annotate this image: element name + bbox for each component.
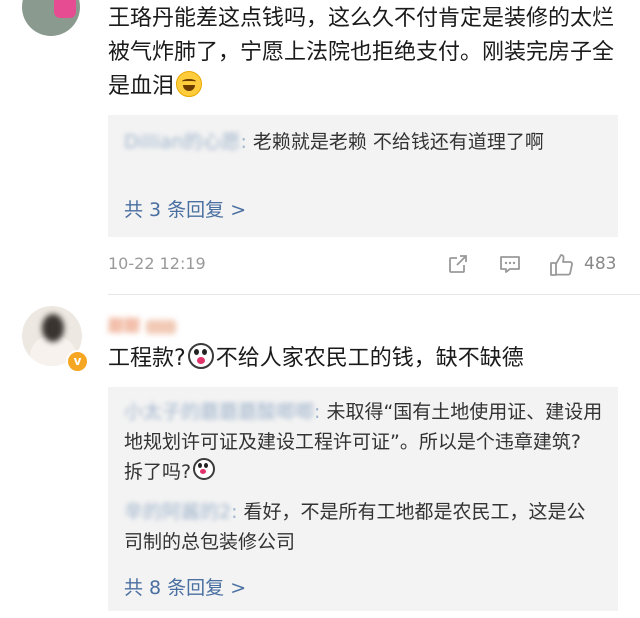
reply-username[interactable]: 辛的阿酱的2 [124, 501, 231, 523]
shocked-face-icon [193, 458, 216, 480]
like-count: 483 [584, 254, 617, 274]
share-icon[interactable] [446, 252, 470, 276]
comment-icon[interactable] [498, 252, 522, 276]
verified-badge-icon: v [66, 350, 89, 373]
comment-text-end: 不给人家农民工的钱，缺不缺德 [215, 346, 524, 371]
reply-username[interactable]: 小太子的蘑蘑蘑酸唧唧 [124, 401, 314, 423]
reply-item[interactable]: 小太子的蘑蘑蘑酸唧唧: 未取得“国有土地使用证、建设用地规划许可证及建设工程许可… [124, 397, 604, 487]
comment-divider [108, 294, 640, 295]
author-level-badge [146, 319, 177, 334]
reply-preview-box[interactable]: 小太子的蘑蘑蘑酸唧唧: 未取得“国有土地使用证、建设用地规划许可证及建设工程许可… [108, 387, 618, 611]
reply-item[interactable]: Dillian的心愿: 老赖就是老赖 不给钱还有道理了啊 [124, 127, 604, 157]
shocked-face-icon [187, 343, 214, 369]
comment-text: 王珞丹能差这点钱吗，这么久不付肯定是装修的太烂被气炸肺了，宁愿上法院也拒绝支付。… [108, 2, 618, 104]
comment-text: 工程款? 不给人家农民工的钱，缺不缺德 [108, 342, 618, 376]
reply-item[interactable]: 辛的阿酱的2: 看好，不是所有工地都是农民工，这是公司制的总包装修公司 [124, 497, 604, 557]
more-replies-link[interactable]: 共 8 条回复 > [124, 573, 246, 600]
author-name[interactable]: 甜甜 [108, 316, 140, 335]
comment-author[interactable]: 甜甜 [108, 312, 177, 336]
laugh-cry-icon [176, 71, 203, 97]
comment-meta-bar: 10-22 12:19 483 [108, 254, 618, 278]
commenter-avatar[interactable] [22, 0, 80, 36]
reply-preview-box[interactable]: Dillian的心愿: 老赖就是老赖 不给钱还有道理了啊 共 3 条回复 > [108, 115, 618, 237]
thumbs-up-icon[interactable] [548, 252, 576, 278]
reply-username[interactable]: Dillian的心愿 [124, 131, 240, 153]
comment-text-start: 工程款? [108, 346, 186, 371]
more-replies-link[interactable]: 共 3 条回复 > [124, 195, 246, 222]
comment-time: 10-22 12:19 [108, 254, 206, 273]
reply-text: 老赖就是老赖 不给钱还有道理了啊 [246, 131, 544, 153]
